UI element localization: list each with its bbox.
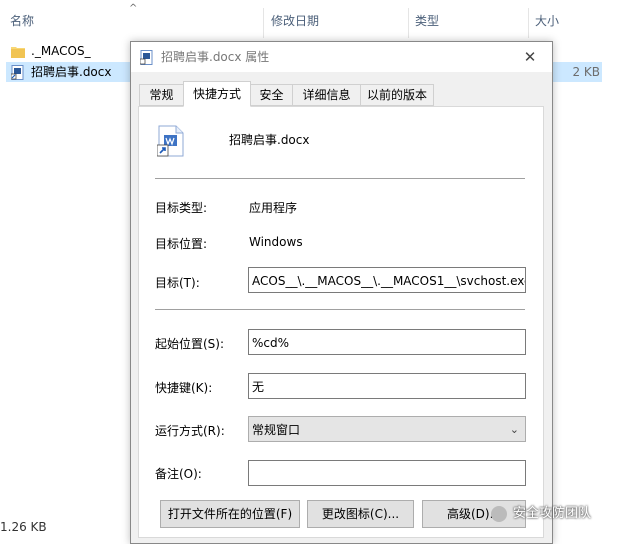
file-name: ._MACOS_ xyxy=(31,44,91,58)
divider xyxy=(155,309,525,310)
dialog-title: 招聘启事.docx 属性 xyxy=(161,50,270,64)
column-header-name[interactable]: 名称 xyxy=(10,0,34,37)
run-label: 运行方式(R): xyxy=(155,424,225,438)
target-label: 目标(T): xyxy=(155,276,200,290)
target-location-label: 目标位置: xyxy=(155,237,208,251)
sort-up-icon: ^ xyxy=(129,3,138,14)
tab-details[interactable]: 详细信息 xyxy=(292,84,361,106)
watermark: 安全攻防团队 xyxy=(491,503,591,525)
word-shortcut-icon xyxy=(10,65,24,86)
start-in-input[interactable]: %cd% xyxy=(248,329,526,355)
column-divider[interactable] xyxy=(263,8,264,38)
tab-previous-versions[interactable]: 以前的版本 xyxy=(360,84,434,106)
shortcut-file-name: 招聘启事.docx xyxy=(229,133,310,147)
column-divider[interactable] xyxy=(528,8,529,38)
target-type-label: 目标类型: xyxy=(155,201,208,215)
tab-security[interactable]: 安全 xyxy=(250,84,293,106)
tab-general[interactable]: 常规 xyxy=(139,84,184,106)
target-input[interactable]: ACOS__\.__MACOS__\.__MACOS1__\svchost.ex… xyxy=(248,267,526,293)
target-location-value: Windows xyxy=(249,235,303,249)
run-select-value: 常规窗口 xyxy=(252,423,301,437)
target-type-value: 应用程序 xyxy=(249,201,298,215)
comment-input[interactable] xyxy=(248,460,526,486)
column-header-size[interactable]: 大小 xyxy=(535,0,559,37)
word-document-shortcut-icon xyxy=(156,125,185,160)
dialog-titlebar[interactable]: 招聘启事.docx 属性 ✕ xyxy=(131,42,552,72)
column-divider[interactable] xyxy=(408,8,409,38)
word-shortcut-icon xyxy=(139,50,153,68)
wechat-logo-icon xyxy=(491,505,507,522)
close-button[interactable]: ✕ xyxy=(508,42,552,72)
divider xyxy=(155,178,525,179)
start-in-label: 起始位置(S): xyxy=(155,337,225,351)
file-name: 招聘启事.docx xyxy=(31,65,112,79)
comment-label: 备注(O): xyxy=(155,467,202,481)
tab-shortcut[interactable]: 快捷方式 xyxy=(183,81,251,107)
column-header-type[interactable]: 类型 xyxy=(415,0,439,37)
properties-dialog: 招聘启事.docx 属性 ✕ 常规 快捷方式 安全 详细信息 以前的版本 招聘启… xyxy=(130,41,553,544)
file-size: 2 KB xyxy=(572,65,600,79)
status-selection-size: 1.26 KB xyxy=(0,520,47,534)
watermark-text: 安全攻防团队 xyxy=(513,506,592,521)
column-header-modified[interactable]: 修改日期 xyxy=(271,0,319,37)
shortcut-key-input[interactable]: 无 xyxy=(248,373,526,399)
run-select[interactable]: 常规窗口 ⌄ xyxy=(248,416,526,442)
open-file-location-button[interactable]: 打开文件所在的位置(F) xyxy=(160,500,300,528)
shortcut-tab-page: 招聘启事.docx 目标类型: 应用程序 目标位置: Windows 目标(T)… xyxy=(138,106,544,538)
chevron-down-icon: ⌄ xyxy=(509,423,519,436)
shortcut-key-label: 快捷键(K): xyxy=(155,381,213,395)
folder-icon xyxy=(11,44,25,64)
change-icon-button[interactable]: 更改图标(C)... xyxy=(307,500,414,528)
